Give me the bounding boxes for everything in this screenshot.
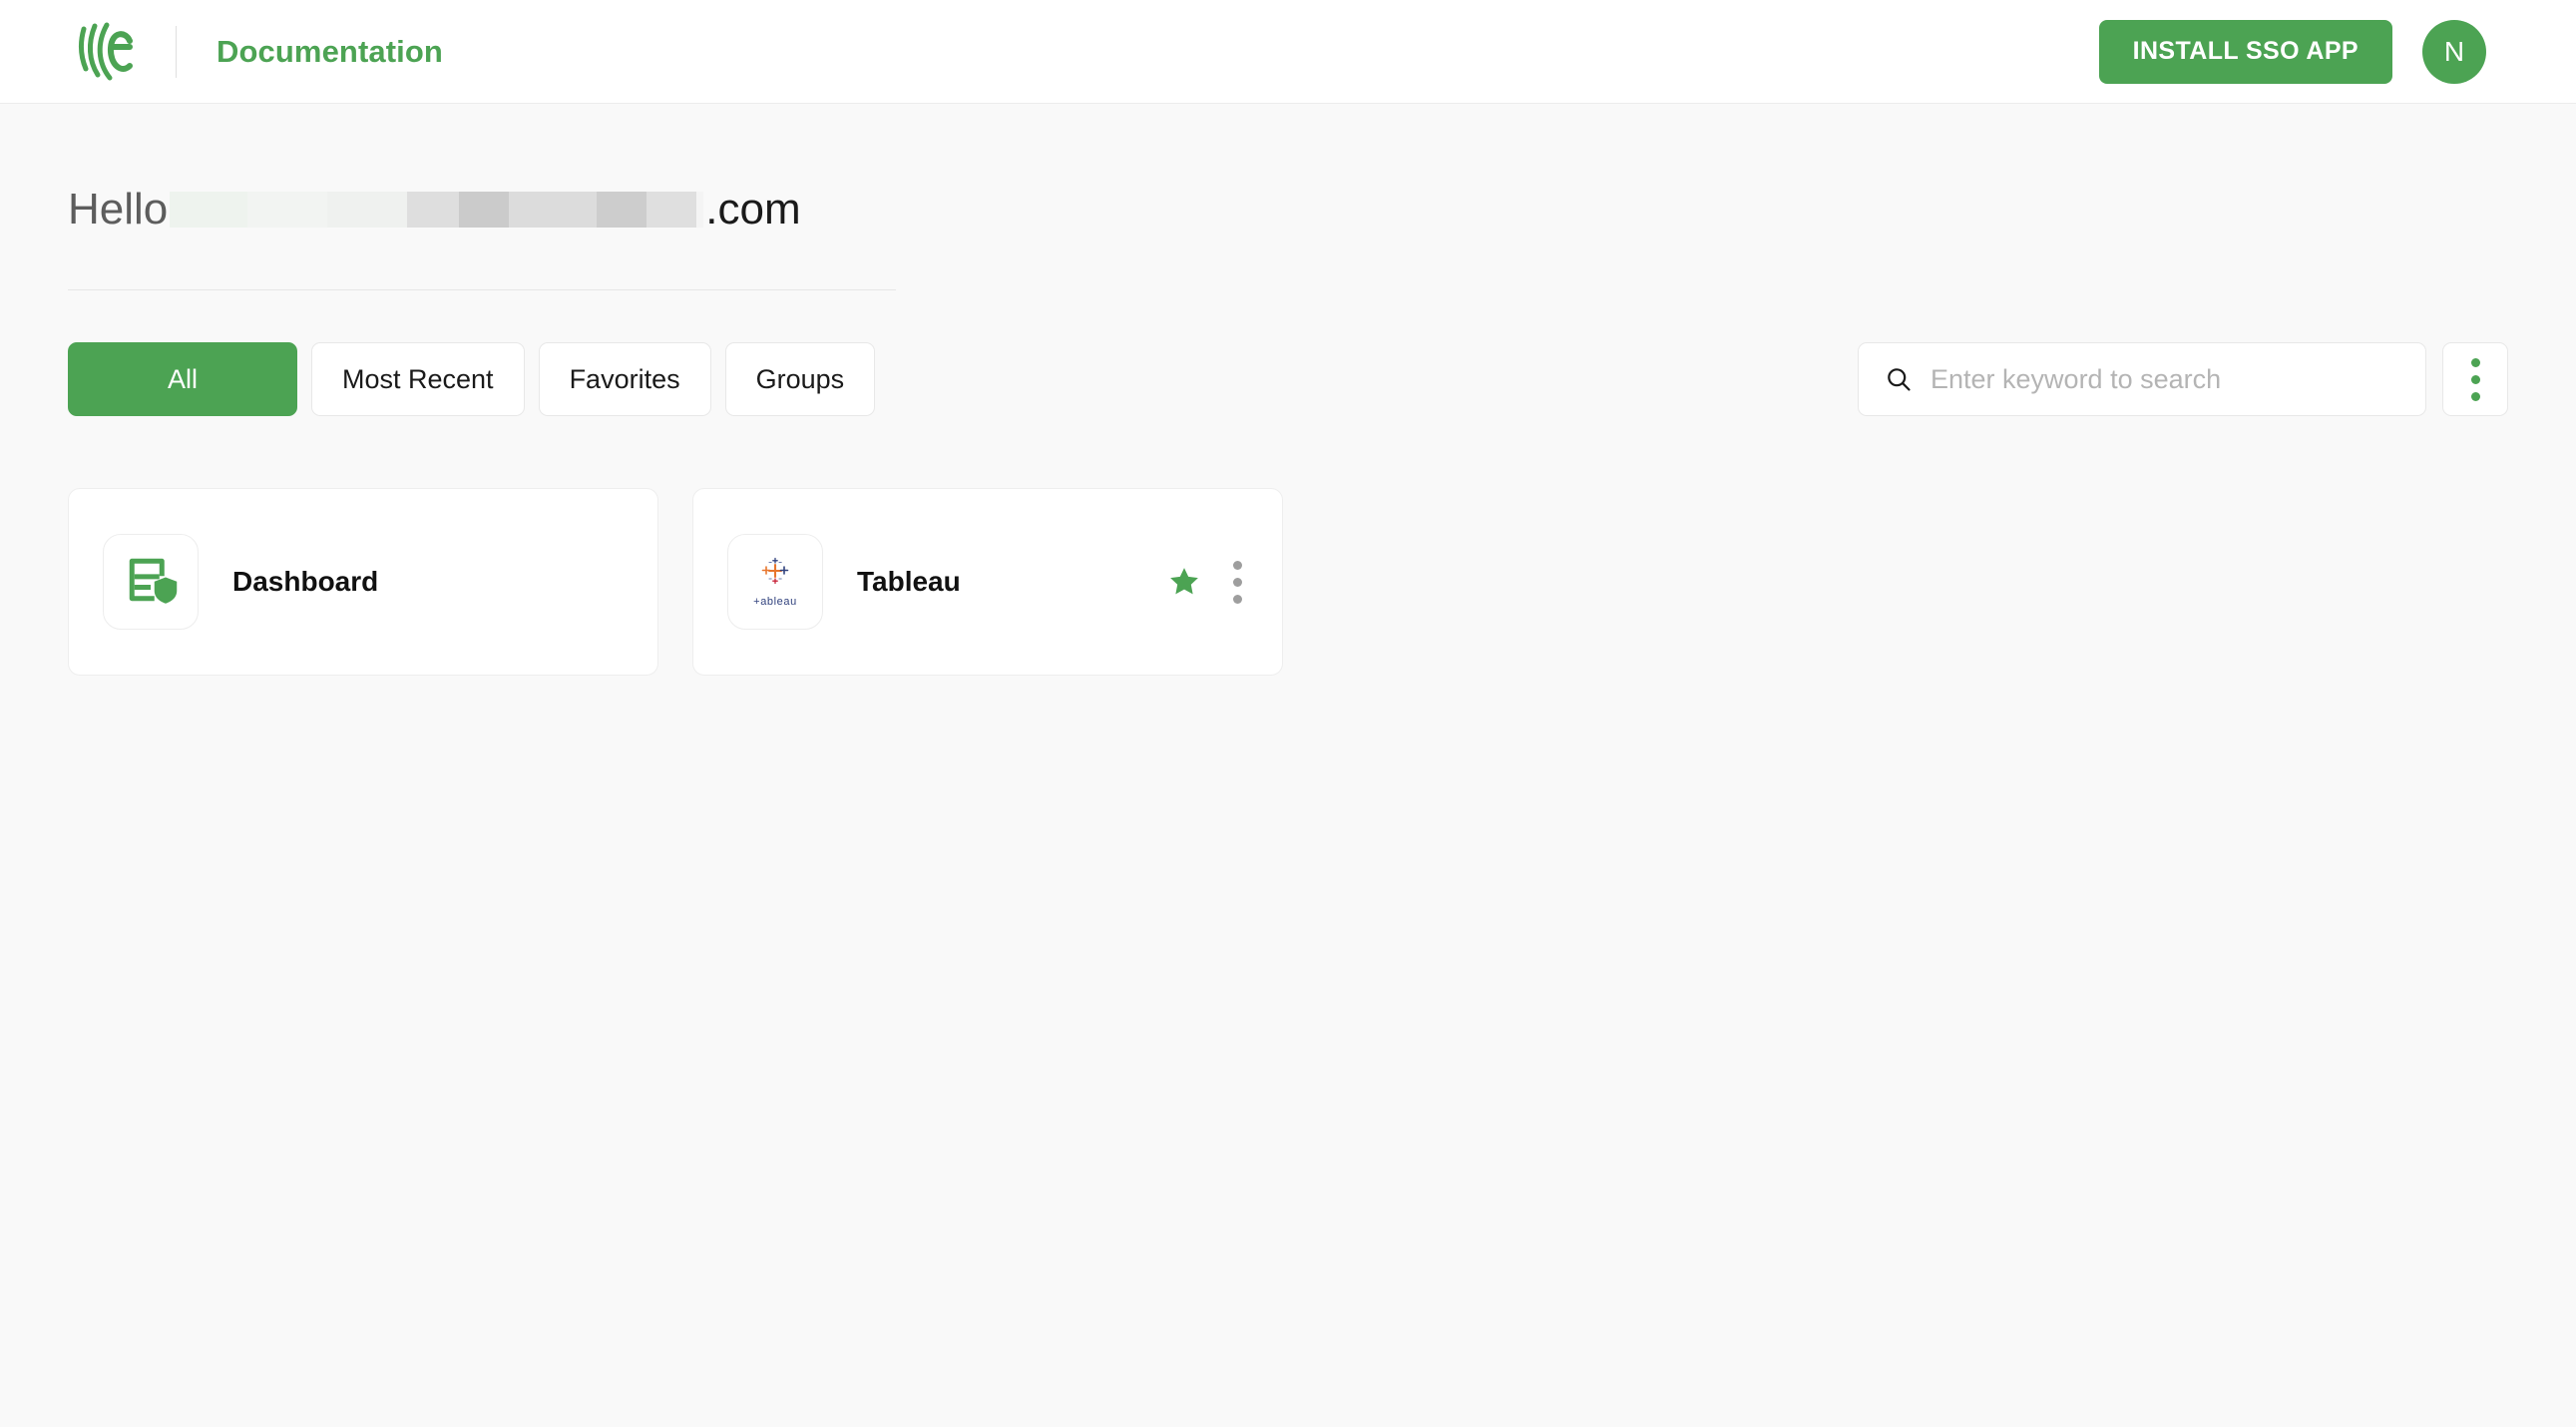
search-overflow-menu-button[interactable] [2442, 342, 2508, 416]
app-card-overflow-menu-button[interactable] [1227, 555, 1248, 610]
user-avatar[interactable]: N [2422, 19, 2486, 84]
search-input[interactable] [1931, 363, 2399, 395]
greeting-line: Hello .com [68, 188, 896, 232]
tab-all[interactable]: All [68, 342, 297, 416]
vertical-dots-icon [2470, 357, 2480, 367]
app-name-label: Tableau [857, 566, 961, 597]
tableau-logo-icon: +ableau [744, 557, 806, 608]
search-box[interactable] [1858, 342, 2426, 416]
app-name-label: Dashboard [232, 566, 379, 597]
page-title: Documentation [216, 33, 443, 69]
brand-area: Documentation [78, 21, 443, 83]
document-shield-icon [121, 550, 181, 615]
main-content: Hello .com All Most Recent Favorites Gro… [0, 104, 2576, 676]
top-bar-actions: INSTALL SSO APP N [2098, 19, 2486, 84]
greeting-section: Hello .com [68, 104, 896, 290]
filter-toolbar: All Most Recent Favorites Groups [68, 342, 2508, 416]
tableau-wordmark: +ableau [753, 595, 797, 608]
brand-divider [176, 25, 177, 78]
redacted-username [170, 192, 704, 228]
app-card-dashboard[interactable]: Dashboard [68, 488, 658, 676]
ekran-logo-icon[interactable] [78, 21, 136, 83]
tab-most-recent[interactable]: Most Recent [311, 342, 525, 416]
search-area [1858, 342, 2508, 416]
filter-tabs: All Most Recent Favorites Groups [68, 342, 876, 416]
search-icon [1885, 365, 1913, 393]
tab-favorites[interactable]: Favorites [538, 342, 711, 416]
app-icon-container [103, 534, 199, 630]
app-card-grid: Dashboard +ableau Tableau [68, 488, 2508, 676]
vertical-dots-icon [1233, 560, 1242, 570]
top-navigation-bar: Documentation INSTALL SSO APP N [0, 0, 2576, 104]
greeting-hello-label: Hello [68, 185, 169, 234]
app-card-tableau[interactable]: +ableau Tableau [692, 488, 1283, 676]
greeting-domain-suffix: .com [705, 185, 801, 234]
tab-groups[interactable]: Groups [724, 342, 876, 416]
favorite-star-icon[interactable] [1167, 565, 1201, 599]
app-icon-container: +ableau [727, 534, 823, 630]
app-card-actions [1167, 555, 1248, 610]
install-sso-app-button[interactable]: INSTALL SSO APP [2098, 19, 2392, 84]
